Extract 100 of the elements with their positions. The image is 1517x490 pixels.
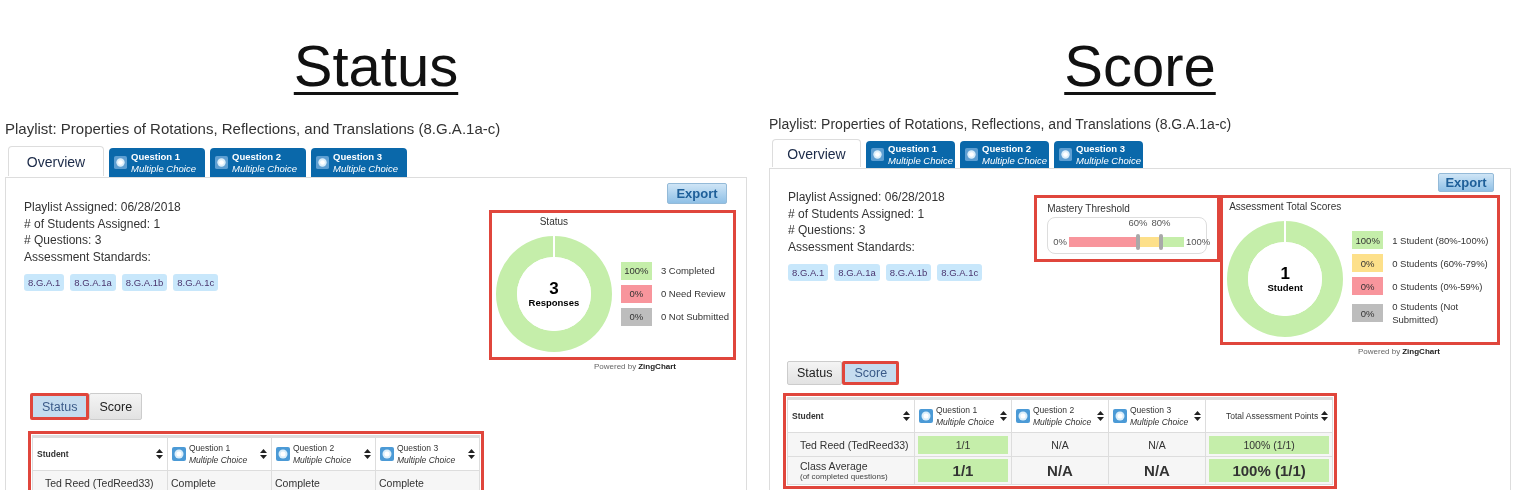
header-subtitle: Multiple Choice (293, 454, 353, 466)
export-button[interactable]: Export (1438, 173, 1494, 192)
cell-note: (of completed questions) (800, 472, 889, 481)
credit-brand: ZingChart (638, 362, 676, 371)
question-icon (380, 447, 394, 461)
legend-label: 0 Students (Not Submitted) (1392, 300, 1460, 326)
sort-icon[interactable] (1321, 411, 1329, 421)
legend-label: 3 Completed (660, 264, 715, 277)
column-header[interactable]: Total Assessment Points (1205, 398, 1333, 433)
legend-swatch: 0% (1352, 277, 1384, 295)
cell-text: 1/1 (918, 459, 1008, 482)
standard-tag: 8.G.A.1c (937, 264, 983, 281)
sort-icon[interactable] (468, 449, 475, 459)
cell-text: N/A (1051, 438, 1069, 451)
column-header[interactable]: Question 3 Multiple Choice (375, 436, 480, 471)
header-text: Question 3 (397, 442, 440, 454)
legend-swatch: 0% (620, 284, 652, 303)
cell-text: N/A (1144, 462, 1170, 479)
standard-tag: 8.G.A.1a (70, 274, 116, 291)
column-header[interactable]: Question 3 Multiple Choice (1108, 398, 1206, 433)
cell-text: N/A (1047, 462, 1073, 479)
info-text: Playlist Assigned: 06/28/2018 (788, 189, 946, 206)
info-text: Assessment Standards: (24, 248, 152, 265)
legend-swatch: 0% (1352, 304, 1384, 322)
credit-text: Powered by (593, 362, 637, 371)
header-text: Question 1 (189, 442, 232, 454)
legend-label: 0 Need Review (660, 287, 726, 300)
view-toggle-button[interactable]: Score (89, 393, 143, 420)
info-text: Assessment Standards: (788, 238, 916, 255)
standard-tag: 8.G.A.1 (24, 274, 65, 291)
chart-title: Status (539, 216, 569, 227)
question-icon (965, 148, 978, 161)
header-subtitle: Multiple Choice (936, 416, 996, 428)
sort-icon[interactable] (260, 449, 267, 459)
chart-title: Assessment Total Scores (1229, 201, 1342, 212)
legend-label: 0 Not Submitted (660, 310, 729, 323)
header-text: Question 2 (1033, 404, 1076, 416)
column-header[interactable]: Question 1 Multiple Choice (914, 398, 1012, 433)
tab[interactable]: Question 3 Multiple Choice (311, 148, 407, 177)
sort-icon[interactable] (903, 411, 910, 421)
header-text: Question 3 (1130, 404, 1173, 416)
header-subtitle: Multiple Choice (189, 454, 249, 466)
tab[interactable]: Question 2 Multiple Choice (210, 148, 306, 177)
header-text: Total Assessment Points (1225, 410, 1319, 422)
legend-swatch: 100% (620, 261, 652, 280)
tab[interactable]: Question 3 Multiple Choice (1054, 141, 1143, 168)
column-header[interactable]: Student (787, 398, 915, 433)
sort-icon[interactable] (156, 449, 163, 459)
info-text: # Questions: 3 (788, 222, 867, 239)
cell-text: Complete (379, 476, 424, 489)
tab[interactable]: Overview (772, 139, 861, 167)
donut-value: 3 (549, 280, 559, 297)
donut-label: Responses (528, 297, 580, 308)
cell-text: 100% (1/1) (1209, 435, 1330, 454)
cell-text: N/A (1148, 438, 1166, 451)
tab[interactable]: Question 2 Multiple Choice (960, 141, 1049, 168)
question-icon (215, 156, 228, 169)
question-icon (871, 148, 884, 161)
sort-icon[interactable] (1000, 411, 1007, 421)
info-text: # Questions: 3 (24, 232, 103, 249)
question-icon (919, 409, 933, 423)
legend-label: 1 Student (80%-100%) (1392, 233, 1489, 247)
cell-text: Complete (275, 476, 320, 489)
tab[interactable]: Question 1 Multiple Choice (109, 148, 205, 177)
view-toggle-button[interactable]: Score (842, 361, 900, 385)
export-button[interactable]: Export (667, 183, 727, 204)
info-text: # of Students Assigned: 1 (788, 205, 926, 222)
question-icon (172, 447, 186, 461)
standard-tag: 8.G.A.1a (834, 264, 880, 281)
legend-swatch: 0% (1352, 254, 1384, 272)
view-toggle-button[interactable]: Status (787, 361, 843, 385)
standard-tag: 8.G.A.1b (121, 274, 168, 291)
header-subtitle: Multiple Choice (1130, 416, 1190, 428)
tab[interactable]: Question 1 Multiple Choice (866, 141, 955, 168)
legend-label: 0 Students (0%-59%) (1392, 279, 1483, 293)
header-text: Student (37, 448, 70, 460)
section-heading: Status (293, 32, 459, 100)
sort-icon[interactable] (1194, 411, 1201, 421)
threshold-label: 80% (1151, 216, 1171, 228)
cell-text: Ted Reed (TedReed33) (45, 476, 154, 489)
sort-icon[interactable] (1097, 411, 1104, 421)
threshold-label: 0% (1053, 236, 1067, 247)
column-header[interactable]: Student (32, 436, 168, 471)
view-toggle-button[interactable]: Status (30, 393, 90, 420)
question-icon (114, 156, 127, 169)
question-icon (1016, 409, 1030, 423)
standard-tag: 8.G.A.1b (885, 264, 932, 281)
legend-swatch: 0% (620, 307, 652, 326)
column-header[interactable]: Question 2 Multiple Choice (1011, 398, 1109, 433)
tab[interactable]: Overview (8, 146, 104, 176)
donut-value: 1 (1280, 265, 1290, 282)
sort-icon[interactable] (364, 449, 371, 459)
info-text: # of Students Assigned: 1 (24, 215, 162, 232)
legend-label: 0 Students (60%-79%) (1392, 256, 1488, 270)
header-subtitle: Multiple Choice (397, 454, 457, 466)
column-header[interactable]: Question 1 Multiple Choice (167, 436, 272, 471)
slider-handle[interactable] (1158, 233, 1163, 250)
column-header[interactable]: Question 2 Multiple Choice (271, 436, 376, 471)
cell-text: 100% (1/1) (1209, 459, 1330, 482)
slider-handle[interactable] (1135, 233, 1140, 250)
